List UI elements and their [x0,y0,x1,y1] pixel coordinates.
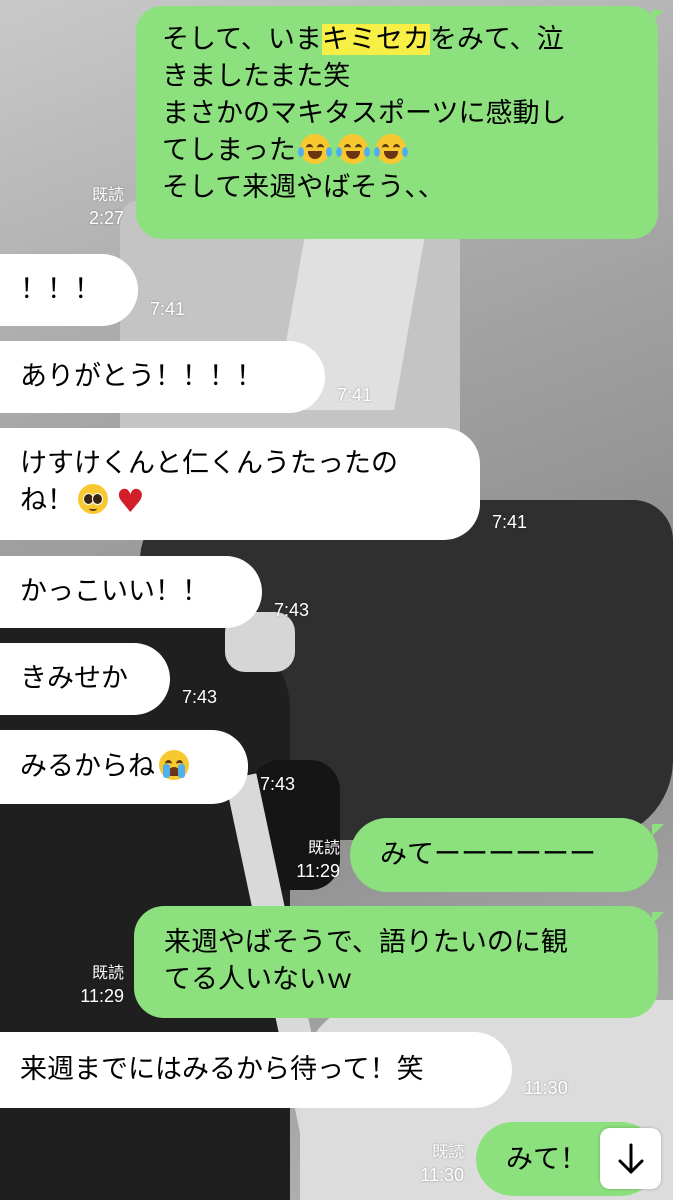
timestamp: 7:43 [274,600,310,620]
read-receipt: 既読 [91,187,124,204]
message-bubble-received[interactable]: きみせか [0,643,170,715]
message-line: そして来週やばそう、、 [162,172,445,203]
timestamp: 7:43 [182,687,218,707]
message-bubble-received[interactable]: けすけくんと仁くんうたったの ね！ ♥ [0,428,480,540]
message-line: きましたまた笑 [162,61,351,92]
message-line: そして、いまキミセカをみて、泣 [162,24,564,55]
read-receipt: 既読 [431,1144,464,1161]
tears-of-joy-emoji-icon [335,134,370,164]
message-line: 来週やばそうで、語りたいのに観 [164,927,568,958]
message-text: みて！ [506,1144,587,1175]
read-receipt: 既読 [307,840,340,857]
timestamp: 7:43 [260,774,296,794]
message-line: けすけくんと仁くんうたったの [20,448,398,479]
message-bubble-received[interactable]: ！！！ [0,254,138,326]
loudly-crying-face-emoji-icon [159,750,189,780]
tears-of-joy-emoji-icon [297,134,332,164]
message-bubble-sent[interactable]: みてーーーーーー [350,818,658,892]
message-text: きみせか [20,663,128,694]
message-line: てる人いないｗ [164,964,353,995]
tears-of-joy-emoji-icon [373,134,408,164]
timestamp: 7:41 [150,299,186,319]
message-text: ！！！ [20,274,101,305]
timestamp: 11:29 [296,861,340,881]
message-bubble-sent[interactable]: そして、いまキミセカをみて、泣 きましたまた笑 まさかのマキタスポーツに感動し … [136,6,658,239]
red-heart-emoji-icon: ♥ [116,482,145,520]
message-bubble-received[interactable]: かっこいい！！ [0,556,262,628]
timestamp: 7:41 [337,385,373,405]
message-meta: 既読 11:30 [404,1142,464,1186]
message-text: ありがとう！！！！ [20,361,263,392]
bubble-tail [652,10,664,22]
read-receipt: 既読 [91,965,124,982]
message-bubble-sent[interactable]: 来週やばそうで、語りたいのに観 てる人いないｗ [134,906,658,1018]
pleading-face-emoji-icon [78,484,108,514]
message-text: みてーーーーーー [380,839,596,870]
timestamp: 11:30 [420,1165,464,1185]
message-line: ね！ ♥ [20,482,145,520]
timestamp: 11:30 [524,1078,568,1098]
highlighted-text: キミセカ [321,24,430,55]
message-line: まさかのマキタスポーツに感動し [162,98,567,129]
message-bubble-received[interactable]: みるからね [0,730,248,804]
message-bubble-received[interactable]: ありがとう！！！！ [0,341,325,413]
bubble-tail [652,912,664,924]
message-bubble-received[interactable]: 来週までにはみるから待って！笑 [0,1032,512,1108]
scroll-to-bottom-button[interactable] [600,1128,661,1189]
bubble-tail [652,824,664,836]
message-text: みるからね [20,751,155,782]
message-meta: 既読 11:29 [64,963,124,1007]
timestamp: 7:41 [492,512,528,532]
message-text: かっこいい！！ [20,576,209,607]
message-meta: 既読 11:29 [282,838,340,882]
message-line: てしまった [162,132,658,169]
arrow-down-icon [618,1143,644,1174]
message-text: 来週までにはみるから待って！笑 [20,1054,424,1085]
timestamp: 11:29 [80,986,124,1006]
message-meta: 既読 2:27 [66,185,124,229]
timestamp: 2:27 [88,208,124,228]
